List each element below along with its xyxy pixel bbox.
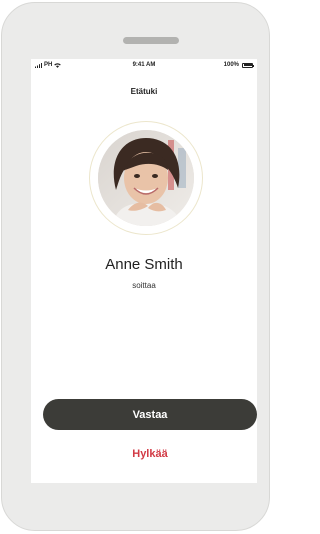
status-right: 100%	[223, 62, 254, 68]
caller-name: Anne Smith	[105, 256, 183, 273]
status-bar: PH 9:41 AM 100%	[31, 59, 257, 71]
call-screen: PH 9:41 AM 100% Etätuki Anne Smith soitt…	[31, 59, 257, 483]
caller-status: soittaa	[132, 281, 156, 290]
page-title: Etätuki	[130, 87, 158, 96]
caller-photo	[98, 130, 194, 226]
battery-percent: 100%	[223, 62, 239, 68]
answer-button[interactable]: Vastaa	[43, 399, 257, 430]
speaker-grille	[123, 37, 179, 44]
battery-icon	[242, 62, 254, 68]
battery-level	[243, 64, 252, 66]
decline-button[interactable]: Hylkää	[43, 445, 257, 463]
caller-avatar	[98, 130, 194, 226]
